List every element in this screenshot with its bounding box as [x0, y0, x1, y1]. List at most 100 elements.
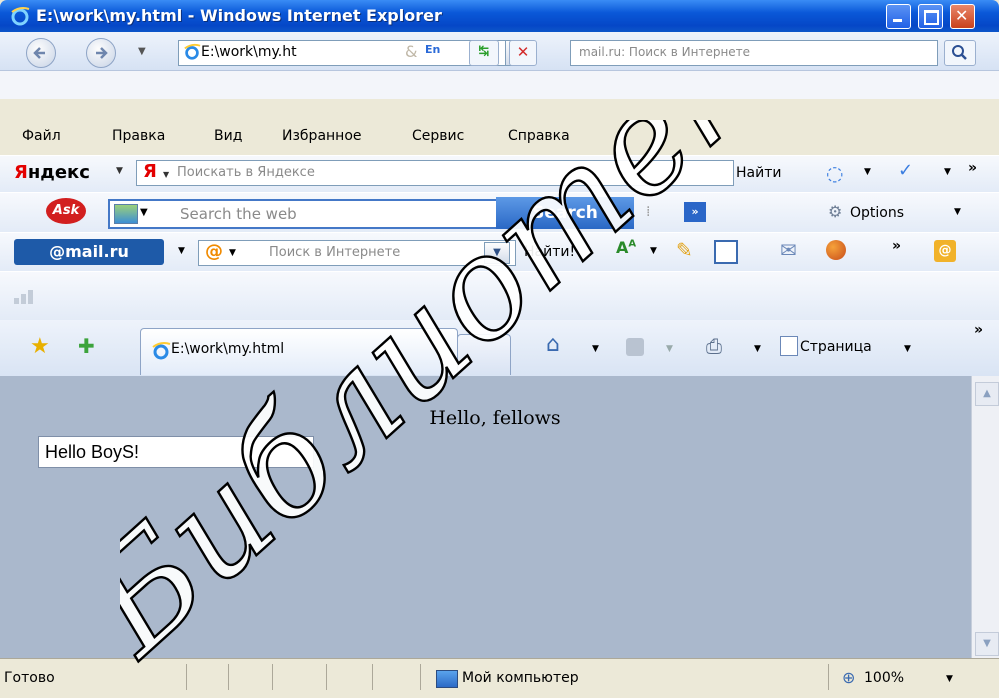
- page-text-input[interactable]: Hello BoyS!: [38, 436, 314, 468]
- tab-active[interactable]: E:\work\my.html: [140, 328, 458, 375]
- yandex-y-icon: Я: [143, 161, 157, 182]
- address-url: E:\work\my.ht: [201, 44, 297, 60]
- print-icon[interactable]: ⎙: [706, 334, 722, 358]
- signal-toolbar: [0, 271, 999, 320]
- back-button[interactable]: [26, 38, 56, 68]
- page-menu-button[interactable]: Страница: [800, 339, 872, 355]
- back-arrow-icon: [33, 47, 45, 59]
- status-divider: [326, 664, 327, 690]
- window-title: E:\work\my.html - Windows Internet Explo…: [36, 6, 442, 25]
- page-preview-icon[interactable]: [714, 240, 738, 264]
- ask-separator-icon: ⁞: [646, 204, 651, 220]
- yandex-find-button[interactable]: Найти: [736, 165, 781, 181]
- yandex-overflow-icon[interactable]: »: [968, 160, 977, 176]
- ask-engine-dropdown-icon[interactable]: ▼: [140, 207, 148, 218]
- mailru-search-field[interactable]: @ ▼ Поиск в Интернете: [198, 240, 516, 266]
- page-icon: [780, 336, 798, 356]
- ask-options-button[interactable]: Options: [850, 205, 904, 221]
- search-field[interactable]: mail.ru: Поиск в Интернете: [570, 40, 938, 66]
- ie-page-icon: [184, 43, 201, 60]
- yandex-dropdown-icon[interactable]: ▼: [116, 166, 123, 176]
- add-favorites-icon[interactable]: ✚: [78, 334, 95, 358]
- zoom-dropdown-icon[interactable]: ▼: [946, 674, 953, 684]
- magnifier-icon: [952, 45, 967, 60]
- status-divider: [228, 664, 229, 690]
- status-divider: [272, 664, 273, 690]
- yandex-search-field[interactable]: Я ▼ Поискать в Яндексе: [136, 160, 734, 186]
- status-divider: [186, 664, 187, 690]
- menu-favorites[interactable]: Избранное: [282, 128, 362, 144]
- menu-edit[interactable]: Правка: [112, 128, 165, 144]
- print-dropdown-icon[interactable]: ▼: [754, 344, 761, 354]
- home-icon[interactable]: ⌂: [546, 332, 560, 357]
- ie-logo-icon: [11, 7, 30, 26]
- ask-search-placeholder: Search the web: [180, 205, 297, 223]
- mailru-overflow-icon[interactable]: »: [892, 238, 901, 254]
- forward-button[interactable]: [86, 38, 116, 68]
- address-field[interactable]: E:\work\my.ht & En: [178, 40, 506, 66]
- stop-button[interactable]: ✕: [509, 40, 537, 66]
- options-gear-icon: ⚙: [828, 202, 843, 221]
- status-divider: [420, 664, 421, 690]
- tab-title: E:\work\my.html: [171, 341, 285, 357]
- security-zone: Мой компьютер: [462, 670, 579, 686]
- mailru-find-button[interactable]: Найти!: [524, 244, 575, 260]
- mailru-engine-dropdown-icon[interactable]: ▼: [229, 248, 236, 258]
- mailru-dropdown-icon[interactable]: ▼: [178, 246, 185, 256]
- menu-tools[interactable]: Сервис: [412, 128, 464, 144]
- status-divider: [372, 664, 373, 690]
- command-overflow-icon[interactable]: »: [974, 322, 983, 338]
- home-dropdown-icon[interactable]: ▼: [592, 344, 599, 354]
- zoom-level[interactable]: 100%: [864, 670, 904, 686]
- highlighter-icon[interactable]: ✎: [676, 238, 693, 262]
- mailru-logo[interactable]: @mail.ru: [14, 239, 164, 265]
- menu-help[interactable]: Справка: [508, 128, 570, 144]
- language-icon: En: [425, 43, 441, 56]
- chat-bubble-icon[interactable]: ◌: [826, 161, 843, 185]
- new-tab-button[interactable]: [457, 334, 511, 375]
- ask-more-button[interactable]: »: [684, 202, 706, 222]
- favorites-star-icon[interactable]: ★: [30, 334, 50, 359]
- search-placeholder: mail.ru: Поиск в Интернете: [579, 45, 751, 59]
- mailru-at-button[interactable]: @: [934, 240, 956, 262]
- yandex-field-dropdown-icon[interactable]: ▼: [163, 170, 169, 179]
- yandex-search-placeholder: Поискать в Яндексе: [177, 165, 315, 180]
- menu-bar: [0, 71, 999, 99]
- history-dropdown-icon[interactable]: ▼: [138, 46, 146, 57]
- forward-arrow-icon: [96, 47, 108, 59]
- mailru-at-icon: @: [205, 241, 223, 262]
- close-button[interactable]: ✕: [950, 4, 975, 29]
- chat-dropdown-icon[interactable]: ▼: [864, 167, 871, 177]
- mail-envelope-icon[interactable]: ✉: [780, 238, 797, 262]
- spellcheck-dropdown-icon[interactable]: ▼: [944, 167, 951, 177]
- minimize-button[interactable]: [886, 4, 911, 29]
- feeds-icon[interactable]: [626, 338, 644, 356]
- scroll-up-button[interactable]: ▲: [975, 382, 999, 406]
- ask-engine-icon: [114, 204, 138, 224]
- page-menu-dropdown-icon[interactable]: ▼: [904, 344, 911, 354]
- my-computer-icon: [436, 670, 458, 688]
- search-go-button[interactable]: [944, 40, 976, 66]
- font-size-dropdown-icon[interactable]: ▼: [650, 246, 657, 256]
- font-size-icon[interactable]: AA: [616, 238, 636, 257]
- options-dropdown-icon[interactable]: ▼: [954, 207, 961, 217]
- scroll-down-button[interactable]: ▼: [975, 632, 999, 656]
- close-icon: ✕: [955, 6, 969, 25]
- status-text: Готово: [4, 670, 55, 686]
- status-divider: [828, 664, 829, 690]
- agent-icon[interactable]: [826, 240, 846, 260]
- ask-logo[interactable]: Ask: [46, 198, 86, 224]
- feeds-dropdown-icon[interactable]: ▼: [666, 344, 673, 354]
- spellcheck-icon[interactable]: ✓: [898, 160, 913, 181]
- menu-file[interactable]: Файл: [22, 128, 61, 144]
- mailru-field-dropdown-button[interactable]: ▼: [484, 242, 510, 264]
- refresh-button[interactable]: ↹: [469, 40, 499, 66]
- zoom-icon[interactable]: ⊕: [842, 668, 855, 687]
- tab-ie-icon: [152, 342, 171, 360]
- ask-search-field[interactable]: ▼ Search the web: [108, 199, 498, 229]
- maximize-button[interactable]: [918, 4, 943, 29]
- ask-search-button[interactable]: Search: [496, 197, 634, 229]
- yandex-logo[interactable]: Яндекс: [14, 162, 90, 183]
- yandex-brand-rest: ндекс: [27, 162, 90, 183]
- menu-view[interactable]: Вид: [214, 128, 242, 144]
